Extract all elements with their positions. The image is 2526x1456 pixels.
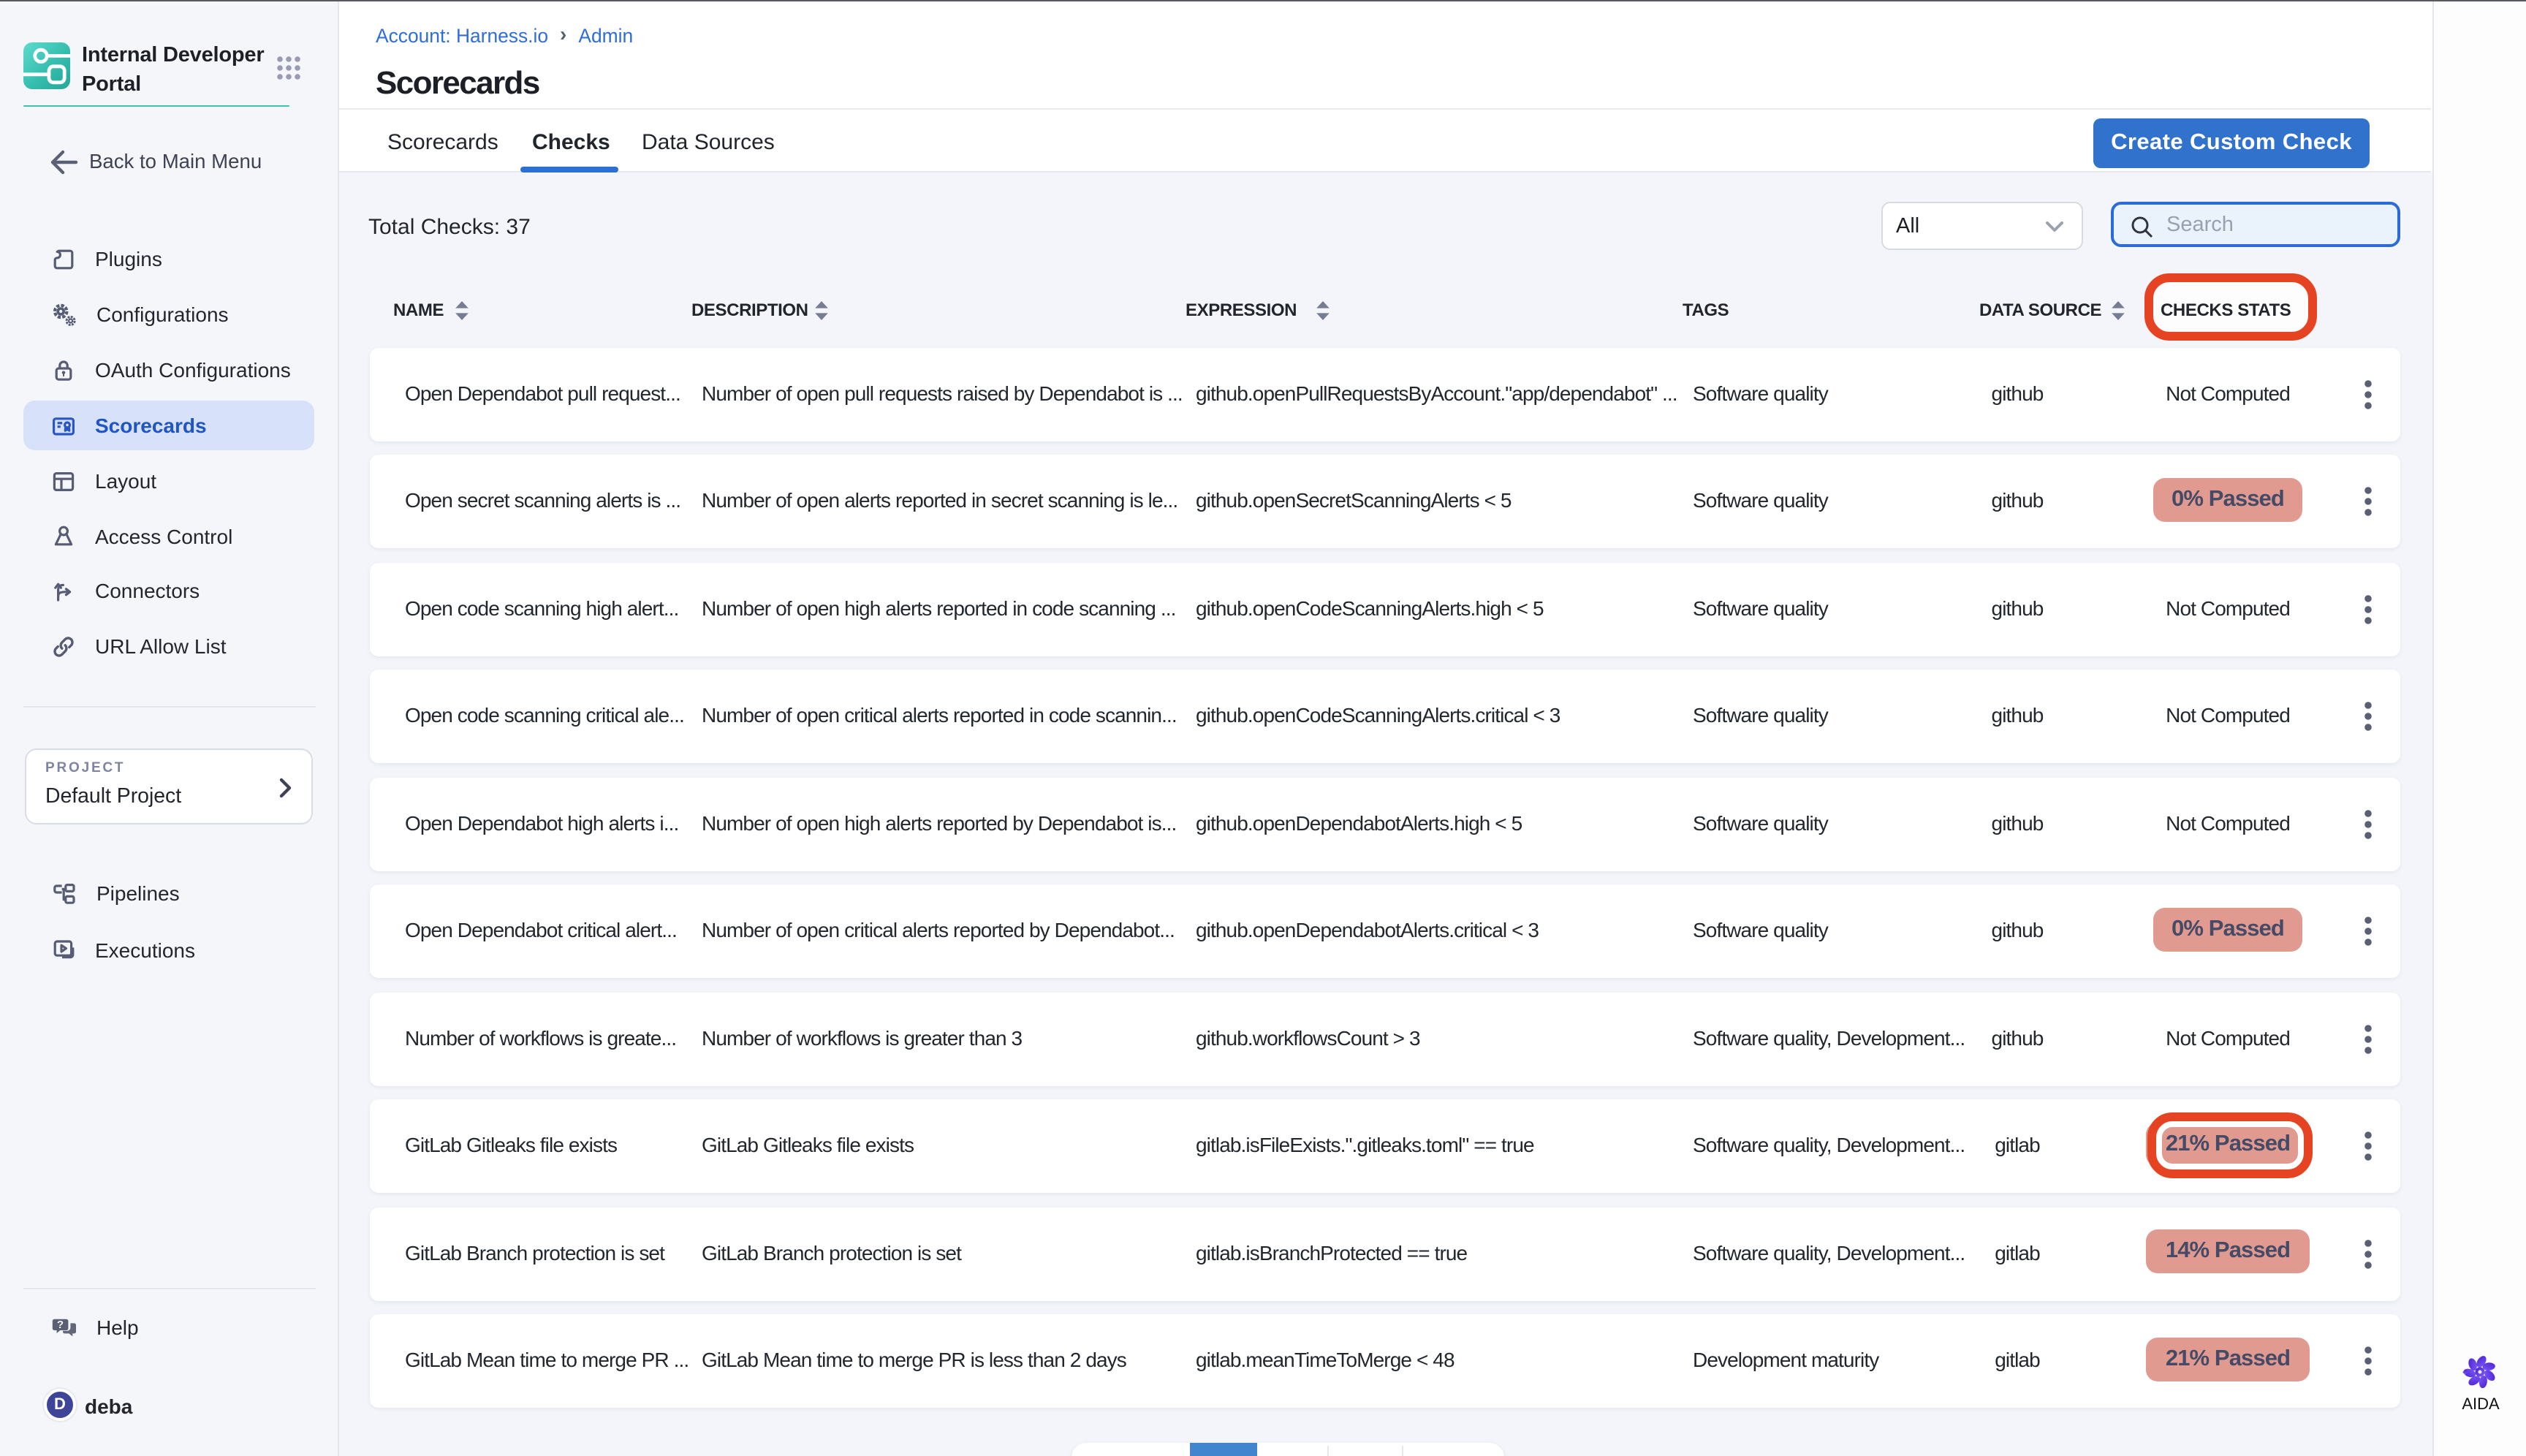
svg-text:?: ? <box>57 1318 64 1330</box>
